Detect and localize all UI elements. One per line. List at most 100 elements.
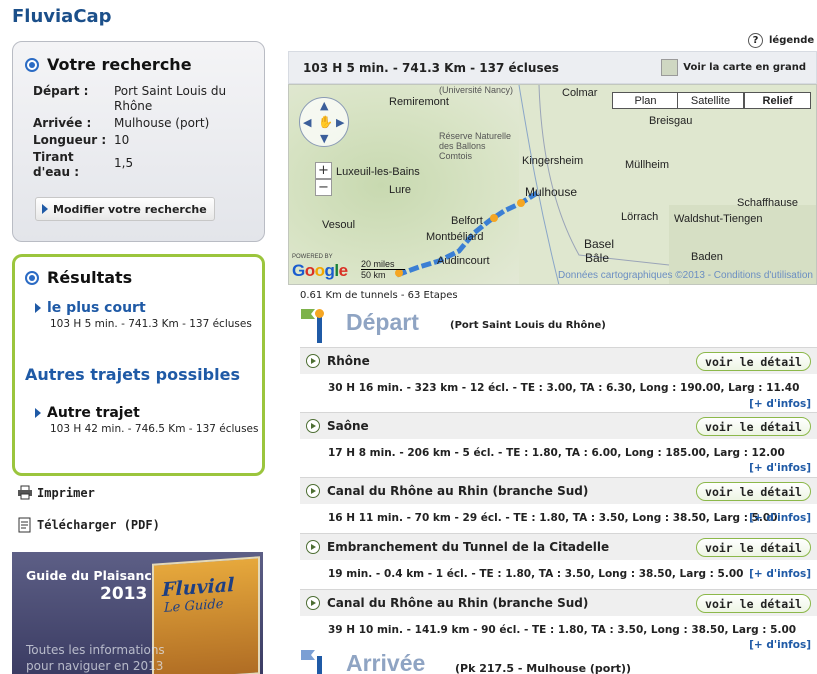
guide-promo-banner[interactable]: Guide du Plaisancier 2013 Fluvial Le Gui… bbox=[12, 552, 263, 674]
criteria-row: Tirant d'eau : 1,5 bbox=[33, 150, 253, 180]
view-detail-button[interactable]: voir le détail bbox=[696, 352, 811, 371]
route-summary: 103 H 5 min. - 741.3 Km - 137 écluses bbox=[303, 60, 559, 75]
scale-miles: 20 miles bbox=[361, 259, 405, 270]
site-logo[interactable]: FluviaCap bbox=[12, 6, 112, 27]
criteria-label: Longueur : bbox=[33, 133, 107, 147]
segment-header[interactable]: Canal du Rhône au Rhin (branche Sud) voi… bbox=[300, 477, 817, 504]
map-credits-link[interactable]: Données cartographiques ©2013 - Conditio… bbox=[558, 270, 813, 281]
map-label: Lörrach bbox=[621, 211, 659, 223]
route-line-end bbox=[317, 656, 322, 674]
pan-up-icon[interactable]: ▲ bbox=[320, 99, 328, 112]
printer-icon bbox=[18, 485, 32, 500]
result-shortest-link[interactable]: le plus court bbox=[47, 300, 146, 316]
radio-icon bbox=[25, 57, 39, 72]
legend-link[interactable]: ? légende bbox=[748, 33, 814, 48]
map-label: Réserve Naturelle des Ballons Comtois bbox=[439, 131, 512, 161]
results-panel: Résultats le plus court 103 H 5 min. - 7… bbox=[12, 254, 265, 476]
play-icon bbox=[306, 596, 320, 610]
modify-search-button[interactable]: Modifier votre recherche bbox=[35, 197, 215, 221]
more-info-link[interactable]: [+ d'infos] bbox=[749, 568, 811, 580]
play-arrow-icon bbox=[35, 408, 41, 418]
map-label: Colmar bbox=[562, 87, 598, 99]
segment-stats: 16 H 11 min. - 70 km - 29 écl. - TE : 1.… bbox=[328, 512, 778, 524]
promo-year: 2013 bbox=[100, 584, 148, 604]
modify-search-label: Modifier votre recherche bbox=[53, 202, 207, 216]
segment-stats: 39 H 10 min. - 141.9 km - 90 écl. - TE :… bbox=[328, 624, 797, 636]
criteria-value: 1,5 bbox=[114, 156, 134, 170]
map-label: Baden bbox=[691, 251, 723, 263]
map-label: Müllheim bbox=[625, 159, 670, 171]
document-icon bbox=[18, 517, 31, 533]
radio-icon bbox=[25, 270, 39, 285]
segment-name: Canal du Rhône au Rhin (branche Sud) bbox=[327, 484, 589, 498]
segment-name: Saône bbox=[327, 419, 369, 433]
segment-name: Rhône bbox=[327, 354, 370, 368]
view-detail-button[interactable]: voir le détail bbox=[696, 482, 811, 501]
play-icon bbox=[306, 484, 320, 498]
promo-title: Guide du Plaisancier bbox=[26, 568, 171, 583]
more-info-link[interactable]: [+ d'infos] bbox=[749, 462, 811, 474]
play-icon bbox=[306, 540, 320, 554]
more-info-link[interactable]: [+ d'infos] bbox=[749, 398, 811, 410]
result-shortest[interactable]: le plus court 103 H 5 min. - 741.3 Km - … bbox=[35, 300, 252, 330]
result-shortest-summary: 103 H 5 min. - 741.3 Km - 137 écluses bbox=[50, 318, 252, 330]
criteria-row: Arrivée : Mulhouse (port) bbox=[33, 116, 253, 131]
map-label: Breisgau bbox=[649, 115, 693, 127]
route-summary-bar: 103 H 5 min. - 741.3 Km - 137 écluses Vo… bbox=[288, 51, 817, 84]
criteria-value: Port Saint Louis du Rhône bbox=[114, 84, 227, 113]
result-other[interactable]: Autre trajet 103 H 42 min. - 746.5 Km - … bbox=[35, 405, 258, 435]
route-dot-icon bbox=[315, 309, 324, 318]
map-scale: 20 miles 50 km bbox=[361, 259, 405, 280]
result-other-link[interactable]: Autre trajet bbox=[47, 405, 140, 421]
criteria-value: 10 bbox=[114, 133, 130, 147]
segment-header[interactable]: Rhône voir le détail bbox=[300, 347, 817, 374]
segment-name: Embranchement du Tunnel de la Citadelle bbox=[327, 540, 610, 554]
segment-header[interactable]: Embranchement du Tunnel de la Citadelle … bbox=[300, 533, 817, 560]
help-icon: ? bbox=[748, 33, 763, 48]
view-detail-button[interactable]: voir le détail bbox=[696, 594, 811, 613]
powered-by-label: POWERED BY bbox=[292, 254, 333, 260]
legend-label: légende bbox=[769, 35, 815, 46]
map-label: Bâle bbox=[585, 251, 610, 265]
route-waypoint bbox=[490, 214, 498, 222]
big-map-label: Voir la carte en grand bbox=[683, 62, 806, 73]
more-info-link[interactable]: [+ d'infos] bbox=[749, 639, 811, 651]
arrival-port: (Pk 217.5 - Mulhouse (port)) bbox=[455, 662, 632, 674]
view-detail-button[interactable]: voir le détail bbox=[696, 538, 811, 557]
segment-stats: 30 H 16 min. - 323 km - 12 écl. - TE : 3… bbox=[328, 382, 800, 394]
zoom-in-button[interactable]: + bbox=[315, 162, 332, 179]
zoom-out-button[interactable]: − bbox=[315, 179, 332, 196]
map-label: Schaffhause bbox=[737, 197, 798, 209]
pan-right-icon[interactable]: ▶ bbox=[336, 116, 344, 129]
segment-header[interactable]: Saône voir le détail bbox=[300, 412, 817, 439]
print-label: Imprimer bbox=[37, 485, 95, 500]
map-type-satellite[interactable]: Satellite bbox=[677, 92, 744, 109]
map-label: Montbéliard bbox=[426, 231, 484, 243]
map-type-plan[interactable]: Plan bbox=[612, 92, 679, 109]
more-info-link[interactable]: [+ d'infos] bbox=[749, 512, 811, 524]
route-waypoint bbox=[517, 199, 525, 207]
pan-down-icon[interactable]: ▼ bbox=[320, 132, 328, 145]
play-arrow-icon bbox=[35, 303, 41, 313]
finish-flag-icon bbox=[301, 650, 315, 660]
map-label: Waldshut-Tiengen bbox=[674, 213, 763, 225]
download-label: Télécharger (PDF) bbox=[37, 518, 160, 532]
result-other-summary: 103 H 42 min. - 746.5 Km - 137 écluses bbox=[50, 423, 259, 435]
print-link[interactable]: Imprimer bbox=[17, 485, 95, 500]
criteria-value: Mulhouse (port) bbox=[114, 116, 210, 130]
arrival-heading: Arrivée bbox=[346, 650, 426, 674]
download-pdf-link[interactable]: Télécharger (PDF) bbox=[17, 517, 160, 533]
view-detail-button[interactable]: voir le détail bbox=[696, 417, 811, 436]
map-type-relief[interactable]: Relief bbox=[744, 92, 811, 109]
big-map-link[interactable]: Voir la carte en grand bbox=[661, 59, 806, 76]
book-title: Fluvial bbox=[162, 574, 235, 602]
map-label: Luxeuil-les-Bains bbox=[336, 166, 420, 178]
map-label: Belfort bbox=[451, 215, 483, 227]
play-icon bbox=[306, 354, 320, 368]
map-pan-control[interactable]: ▲ ◀ ▶ ▼ ✋ bbox=[299, 97, 349, 147]
segment-header[interactable]: Canal du Rhône au Rhin (branche Sud) voi… bbox=[300, 589, 817, 616]
pan-left-icon[interactable]: ◀ bbox=[303, 116, 311, 129]
criteria-row: Départ : Port Saint Louis du Rhône bbox=[33, 84, 253, 114]
route-map[interactable]: (Université Nancy) Colmar Remiremont Bre… bbox=[288, 84, 817, 285]
departure-heading: Départ bbox=[346, 309, 419, 335]
